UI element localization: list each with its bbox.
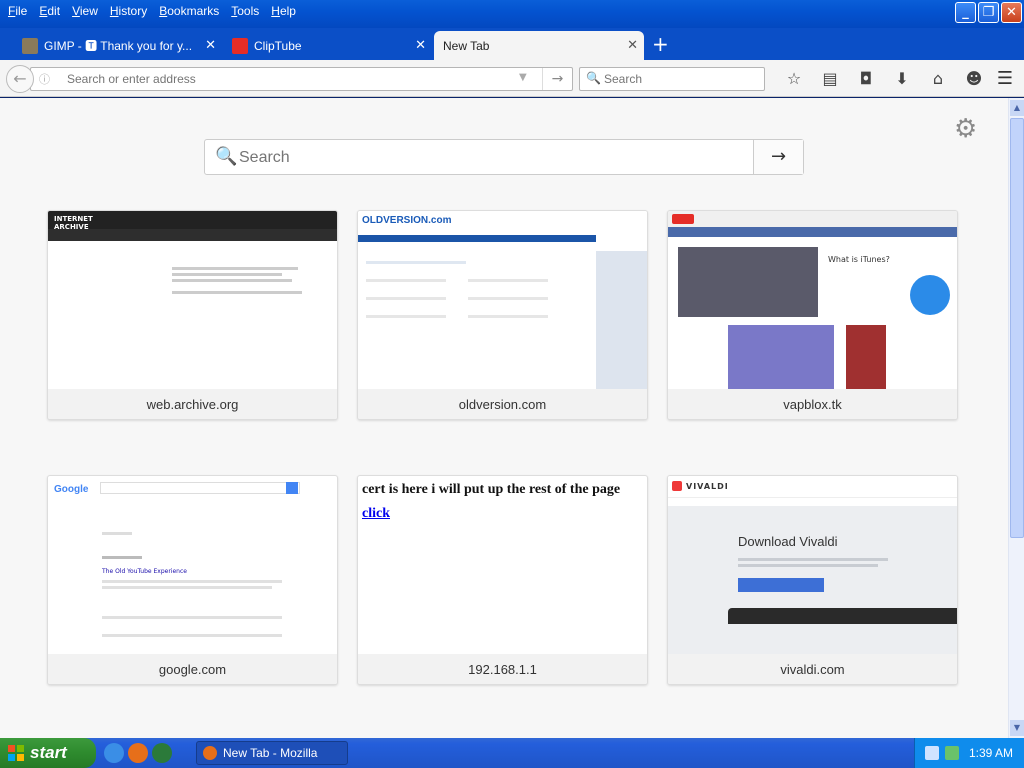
google-result-title: The Old YouTube Experience	[102, 568, 187, 575]
home-icon[interactable]: ⌂	[920, 67, 956, 91]
tile-label: vivaldi.com	[668, 654, 957, 684]
quick-launch	[104, 743, 172, 763]
youtube-icon	[232, 37, 248, 54]
tab-label: GIMP - 🆃 Thank you for y...	[44, 39, 193, 53]
dropdown-arrow-icon[interactable]: ▼	[519, 72, 527, 83]
tab-label: ClipTube	[254, 38, 302, 53]
site-thumbnail: Google The Old YouTube Experience	[48, 476, 337, 654]
itunes-title: What is iTunes?	[828, 255, 890, 264]
windows-flag-icon	[8, 745, 24, 761]
taskbar: start New Tab - Mozilla Fire... 1:39 AM	[0, 738, 1024, 768]
gimp-icon	[22, 37, 38, 54]
top-site-tile[interactable]: Google The Old YouTube Experience google…	[47, 475, 338, 685]
firefox-icon	[203, 746, 217, 760]
new-tab-page: ⚙ 🔍 → INTERNETARCHIVE web.archive.org OL…	[0, 98, 1008, 738]
network-icon[interactable]	[925, 746, 939, 760]
new-tab-button[interactable]: +	[652, 31, 669, 57]
scroll-thumb[interactable]	[1010, 118, 1024, 538]
newtab-search: 🔍 →	[204, 139, 804, 175]
menu-view[interactable]: View	[66, 3, 104, 19]
navigation-bar: ⓘ ▼ → ← 🔍 ☆ ▤ ◘ ⬇ ⌂ ☻ ☰	[0, 60, 1024, 97]
gear-icon[interactable]: ⚙	[954, 114, 977, 144]
start-label: start	[30, 743, 67, 762]
oldversion-logo: OLDVERSION.com	[362, 215, 452, 226]
tile-label: 192.168.1.1	[358, 654, 647, 684]
top-site-tile[interactable]: VIVALDI Download Vivaldi vivaldi.com	[667, 475, 958, 685]
tile-label: oldversion.com	[358, 389, 647, 419]
top-site-tile[interactable]: INTERNET ARCHIVE web.archive.org	[47, 210, 338, 420]
site-thumbnail: OLDVERSION.com	[358, 211, 647, 389]
reading-list-icon[interactable]: ▤	[812, 67, 848, 91]
site-thumbnail: INTERNET ARCHIVE	[48, 211, 337, 389]
firefox-icon[interactable]	[128, 743, 148, 763]
scroll-up-icon[interactable]: ▲	[1010, 100, 1024, 116]
smiley-icon[interactable]: ☻	[956, 67, 992, 91]
pocket-icon[interactable]: ◘	[848, 67, 884, 91]
newtab-search-input[interactable]	[239, 146, 739, 170]
start-button[interactable]: start	[0, 738, 96, 768]
tab-strip: GIMP - 🆃 Thank you for y... ✕ ClipTube ✕…	[0, 28, 1024, 60]
tab-cliptube[interactable]: ClipTube ✕	[232, 31, 432, 60]
site-thumbnail: cert is here i will put up the rest of t…	[358, 476, 647, 654]
menu-file[interactable]: File	[2, 3, 33, 19]
cert-page-text: cert is here i will put up the rest of t…	[362, 482, 621, 497]
menu-bar: File Edit View History Bookmarks Tools H…	[2, 3, 302, 19]
tile-label: google.com	[48, 654, 337, 684]
tile-label: web.archive.org	[48, 389, 337, 419]
close-tab-icon[interactable]: ✕	[627, 37, 638, 53]
bookmark-star-icon[interactable]: ☆	[776, 67, 812, 91]
clock: 1:39 AM	[969, 746, 1014, 760]
menu-hamburger-icon[interactable]: ☰	[994, 68, 1016, 90]
search-icon: 🔍	[215, 146, 238, 167]
vertical-scrollbar[interactable]: ▲ ▼	[1008, 98, 1024, 738]
menu-bookmarks[interactable]: Bookmarks	[153, 3, 225, 19]
menu-edit[interactable]: Edit	[33, 3, 66, 19]
tab-new-tab[interactable]: New Tab ✕	[434, 31, 644, 60]
tab-gimp[interactable]: GIMP - 🆃 Thank you for y... ✕	[22, 31, 222, 60]
vivaldi-logo: VIVALDI	[686, 482, 729, 491]
maximize-button[interactable]: ❐	[978, 2, 999, 23]
back-button[interactable]: ←	[6, 65, 34, 93]
site-thumbnail: VIVALDI Download Vivaldi	[668, 476, 957, 654]
cert-page-link: click	[362, 506, 390, 521]
system-tray: 1:39 AM	[914, 738, 1024, 768]
safely-remove-icon[interactable]	[945, 746, 959, 760]
top-site-tile[interactable]: What is iTunes? vapblox.tk	[667, 210, 958, 420]
site-thumbnail: What is iTunes?	[668, 211, 957, 389]
url-bar: ⓘ ▼ →	[30, 67, 573, 91]
scroll-down-icon[interactable]: ▼	[1010, 720, 1024, 736]
menu-history[interactable]: History	[104, 3, 153, 19]
vivaldi-title: Download Vivaldi	[738, 534, 838, 549]
top-site-tile[interactable]: cert is here i will put up the rest of t…	[357, 475, 648, 685]
search-bar: 🔍	[579, 67, 765, 91]
search-input[interactable]	[604, 70, 754, 88]
ie-icon[interactable]	[104, 743, 124, 763]
menu-help[interactable]: Help	[265, 3, 302, 19]
close-tab-icon[interactable]: ✕	[415, 37, 426, 53]
download-icon[interactable]: ⬇	[884, 67, 920, 91]
url-input[interactable]	[67, 70, 507, 88]
menu-tools[interactable]: Tools	[225, 3, 265, 19]
info-icon[interactable]: ⓘ	[39, 71, 50, 87]
title-bar: File Edit View History Bookmarks Tools H…	[0, 0, 1024, 28]
taskbar-window-button[interactable]: New Tab - Mozilla Fire...	[196, 741, 348, 765]
tile-label: vapblox.tk	[668, 389, 957, 419]
search-icon: 🔍	[586, 71, 601, 85]
go-arrow-icon[interactable]: →	[542, 68, 572, 90]
google-logo: Google	[54, 484, 89, 495]
close-window-button[interactable]: ✕	[1001, 2, 1022, 23]
search-go-arrow-icon[interactable]: →	[753, 140, 803, 174]
top-site-tile[interactable]: OLDVERSION.com oldversion.com	[357, 210, 648, 420]
tab-label: New Tab	[443, 38, 490, 53]
minimize-button[interactable]: _	[955, 2, 976, 23]
task-label: New Tab - Mozilla Fire...	[223, 746, 318, 760]
app-icon[interactable]	[152, 743, 172, 763]
close-tab-icon[interactable]: ✕	[205, 37, 216, 53]
